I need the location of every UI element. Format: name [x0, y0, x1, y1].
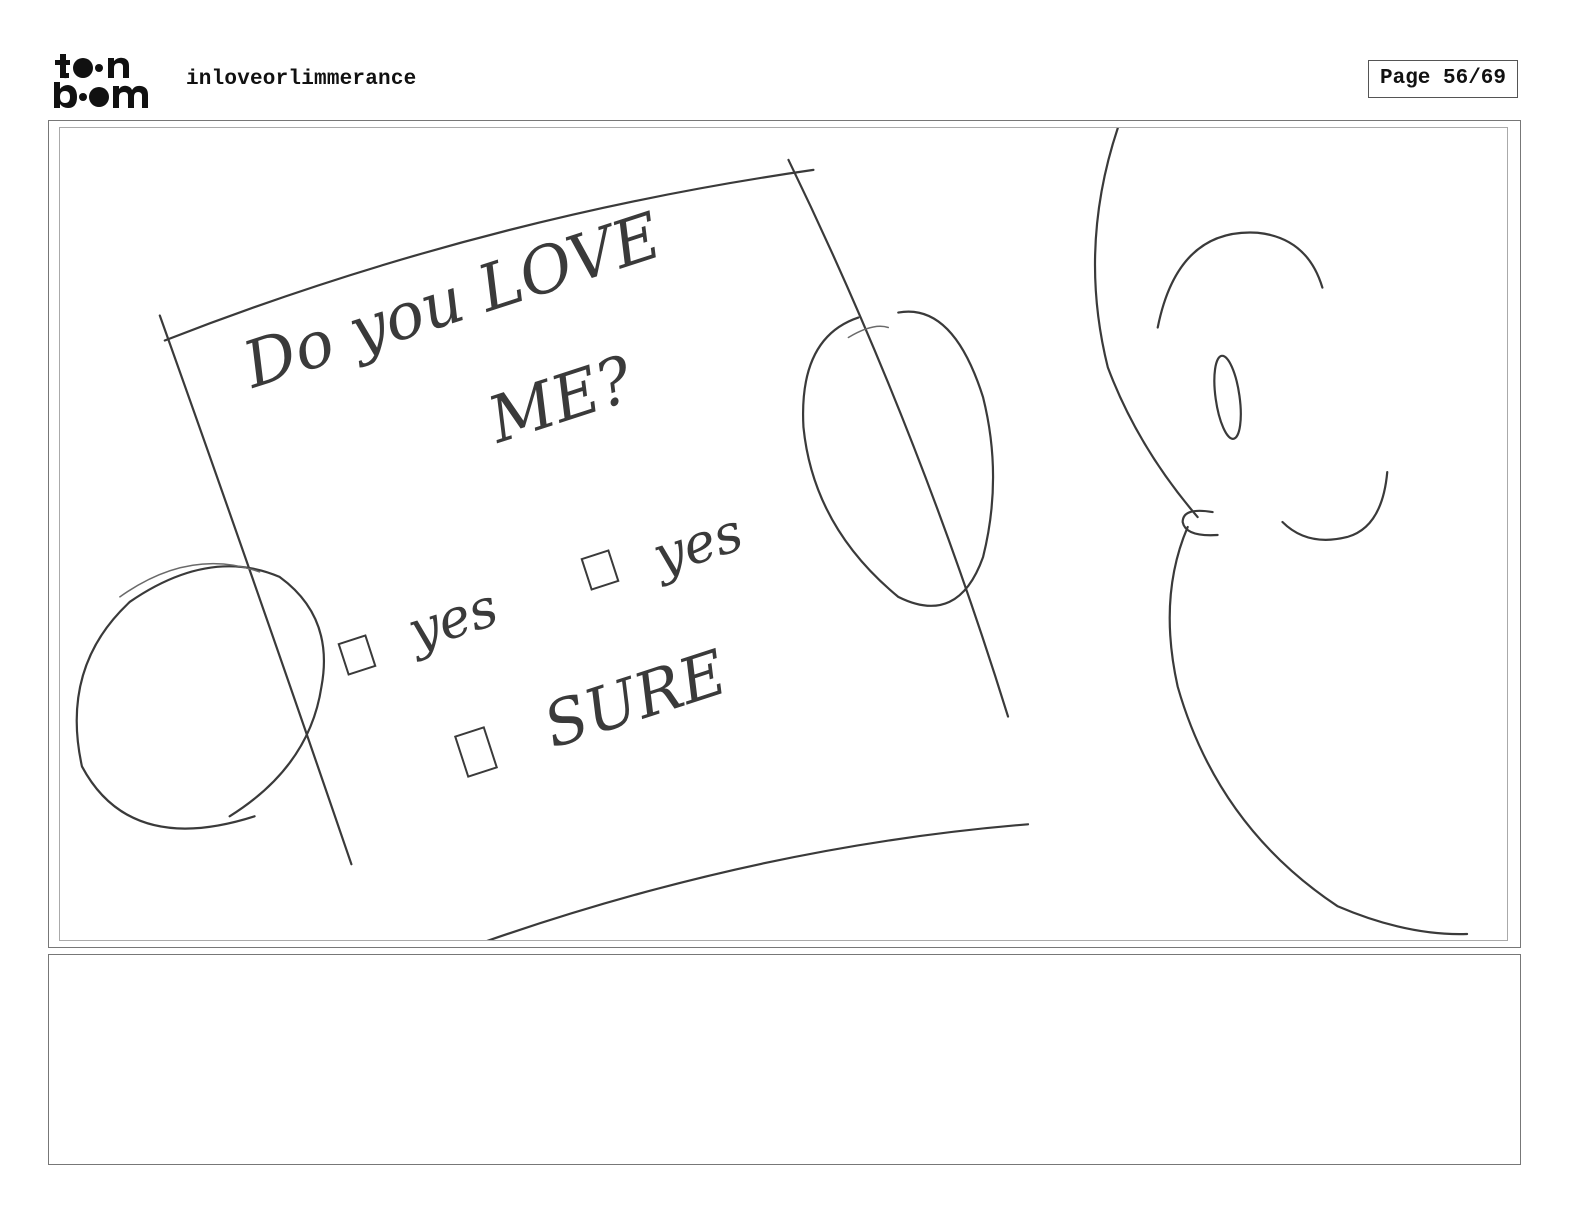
panel-notes-box: [48, 954, 1521, 1165]
project-title: inloveorlimmerance: [186, 68, 417, 91]
toon-boom-logo: [54, 54, 148, 108]
panel-image-area: Do you LOVE ME? yes yes SURE: [59, 127, 1508, 941]
pencil-sketch: [75, 128, 1469, 940]
storyboard-panel: Do you LOVE ME? yes yes SURE: [48, 120, 1521, 948]
page-indicator: Page 56/69: [1368, 60, 1518, 98]
panel-notes-text: [49, 955, 1520, 979]
